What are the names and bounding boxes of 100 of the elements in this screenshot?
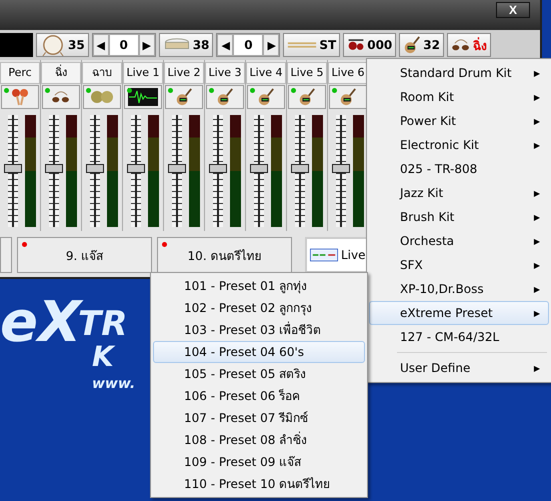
instrument-number: ST — [319, 38, 336, 52]
channel-name: Live 5 — [287, 62, 327, 84]
menu-item[interactable]: 101 - Preset 01 ลูกทุ่ง — [153, 275, 365, 297]
submenu-arrow: ▶ — [534, 284, 540, 294]
volume-slider[interactable] — [291, 115, 309, 227]
instrument-button[interactable]: 38 — [158, 33, 214, 57]
slider-thumb[interactable] — [4, 164, 22, 174]
volume-slider[interactable] — [127, 115, 145, 227]
menu-item[interactable]: Orchesta ▶ — [369, 229, 549, 253]
display-panel — [0, 33, 33, 57]
instrument-button[interactable]: 35 — [36, 33, 89, 57]
slider-thumb[interactable] — [45, 164, 63, 174]
waveform-icon — [128, 88, 158, 106]
close-button[interactable]: X — [496, 2, 530, 18]
slider-thumb[interactable] — [332, 164, 350, 174]
volume-slider[interactable] — [332, 115, 350, 227]
instrument-button[interactable]: ฉิ่ง — [447, 33, 491, 57]
menu-item[interactable]: User Define ▶ — [369, 356, 549, 380]
logo-url: www. — [92, 376, 136, 392]
instrument-number: ฉิ่ง — [473, 36, 487, 54]
menu-item[interactable]: 104 - Preset 04 60's — [153, 341, 365, 363]
volume-slider[interactable] — [209, 115, 227, 227]
menu-item[interactable]: XP-10,Dr.Boss ▶ — [369, 277, 549, 301]
channel-button[interactable] — [247, 85, 285, 109]
channel-button[interactable] — [42, 85, 80, 109]
slider-thumb[interactable] — [250, 164, 268, 174]
instrument-button[interactable]: 000 — [343, 33, 396, 57]
submenu-arrow: ▶ — [534, 116, 540, 126]
menu-item[interactable]: Jazz Kit ▶ — [369, 181, 549, 205]
instrument-number: 35 — [68, 38, 85, 52]
channel-name: Live 6 — [328, 62, 368, 84]
drum-icon — [40, 34, 66, 56]
menu-item[interactable]: 110 - Preset 10 ดนตรีไทย — [153, 473, 365, 495]
menu-item[interactable]: Power Kit ▶ — [369, 109, 549, 133]
instrument-number: 32 — [423, 38, 440, 52]
menu-item[interactable]: Room Kit ▶ — [369, 85, 549, 109]
submenu-arrow: ▶ — [534, 68, 540, 78]
menu-item[interactable]: 108 - Preset 08 ลำซิ่ง — [153, 429, 365, 451]
menu-item[interactable]: 127 - CM-64/32L — [369, 325, 549, 349]
menu-item[interactable]: eXtreme Preset ▶ — [369, 301, 549, 325]
next-button[interactable]: ▶ — [263, 34, 280, 56]
channel-name: Live 2 — [164, 62, 204, 84]
waveform-icon — [310, 247, 338, 263]
sticks-icon — [287, 40, 318, 50]
style-button[interactable]: 9. แจ๊ส — [17, 237, 152, 273]
drum-kit-icon — [347, 37, 366, 53]
finger-cymbals-icon — [451, 38, 471, 52]
channel-button[interactable] — [165, 85, 203, 109]
menu-item[interactable]: SFX ▶ — [369, 253, 549, 277]
menu-item[interactable]: 107 - Preset 07 รีมิกซ์ — [153, 407, 365, 429]
submenu-arrow: ▶ — [534, 308, 540, 318]
next-button[interactable]: ▶ — [138, 34, 155, 56]
menu-item[interactable]: 106 - Preset 06 ร็อค — [153, 385, 365, 407]
previous-button[interactable]: ◀ — [92, 34, 109, 56]
guitar-icon — [257, 88, 275, 106]
spinner-value: 0 — [233, 34, 264, 56]
slider-thumb[interactable] — [86, 164, 104, 174]
channel-name: Live 3 — [205, 62, 245, 84]
volume-slider[interactable] — [86, 115, 104, 227]
menu-item[interactable]: Standard Drum Kit ▶ — [369, 61, 549, 85]
channel-name: ฉิ่ง — [41, 62, 81, 84]
submenu-arrow: ▶ — [534, 92, 540, 102]
channel-name: Live 4 — [246, 62, 286, 84]
guitar-icon — [175, 88, 193, 106]
slider-thumb[interactable] — [127, 164, 145, 174]
menu-item[interactable]: 025 - TR-808 — [369, 157, 549, 181]
style-button[interactable]: 10. ดนตรีไทย — [157, 237, 292, 273]
submenu-arrow: ▶ — [534, 188, 540, 198]
channel-button[interactable] — [206, 85, 244, 109]
previous-button[interactable]: ◀ — [217, 34, 234, 56]
menu-item[interactable]: Brush Kit ▶ — [369, 205, 549, 229]
channel-button[interactable] — [329, 85, 367, 109]
instrument-number: 38 — [192, 38, 210, 52]
maracas-icon — [10, 88, 30, 106]
slider-thumb[interactable] — [168, 164, 186, 174]
guitar-icon — [298, 88, 316, 106]
channel-name: Perc — [0, 62, 40, 84]
slider-thumb[interactable] — [209, 164, 227, 174]
menu-item[interactable]: 102 - Preset 02 ลูกกรุง — [153, 297, 365, 319]
logo-text: eX — [0, 290, 82, 355]
volume-slider[interactable] — [45, 115, 63, 227]
channel-button[interactable] — [124, 85, 162, 109]
volume-slider[interactable] — [168, 115, 186, 227]
menu-item[interactable]: 109 - Preset 09 แจ๊ส — [153, 451, 365, 473]
finger-cymbals-icon — [51, 90, 71, 104]
menu-item[interactable]: 105 - Preset 05 สตริง — [153, 363, 365, 385]
menu-item[interactable]: Electronic Kit ▶ — [369, 133, 549, 157]
instrument-button[interactable]: ST — [283, 33, 340, 57]
instrument-button[interactable]: 32 — [399, 33, 444, 57]
volume-slider[interactable] — [4, 115, 22, 227]
submenu-arrow: ▶ — [534, 260, 540, 270]
logo-text: K — [92, 340, 114, 373]
instrument-number: 000 — [367, 38, 392, 52]
channel-button[interactable] — [288, 85, 326, 109]
menu-item[interactable]: 103 - Preset 03 เพื่อชีวิต — [153, 319, 365, 341]
submenu-arrow: ▶ — [534, 212, 540, 222]
spinner-value: 0 — [108, 34, 139, 56]
volume-slider[interactable] — [250, 115, 268, 227]
channel-name: ฉาบ — [82, 62, 122, 84]
slider-thumb[interactable] — [291, 164, 309, 174]
